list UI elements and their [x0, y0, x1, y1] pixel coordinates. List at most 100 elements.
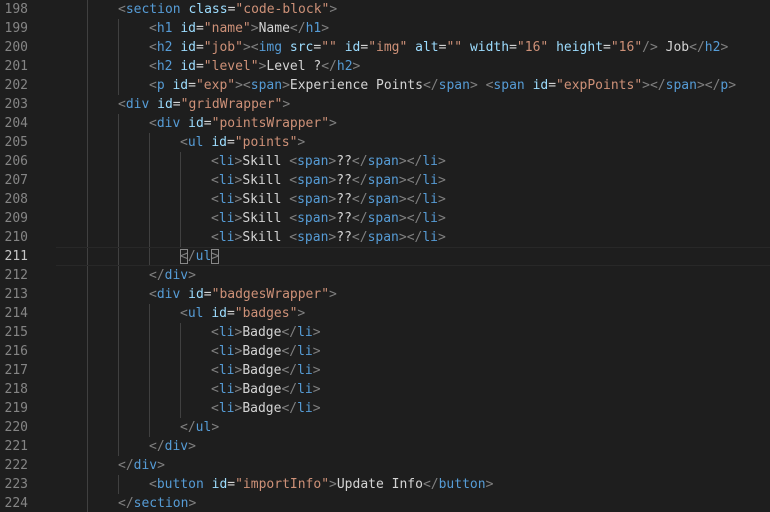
indent-guide	[118, 361, 119, 380]
code-line[interactable]: 206 <li>Skill <span>??</span></li>	[0, 152, 770, 171]
punctuation: <	[211, 211, 219, 226]
tag-name: li	[218, 363, 235, 378]
tag-name: h2	[156, 59, 173, 74]
text-content: Skill	[242, 192, 290, 207]
attribute-value: "16"	[610, 40, 643, 55]
indent-guide	[87, 95, 88, 114]
code-content: <li>Skill <span>??</span></li>	[211, 152, 446, 171]
code-line[interactable]: 209 <li>Skill <span>??</span></li>	[0, 209, 770, 228]
punctuation: </	[351, 173, 368, 188]
code-line[interactable]: 203 <div id="gridWrapper">	[0, 95, 770, 114]
tag-name: li	[218, 344, 235, 359]
code-line[interactable]: 222 </div>	[0, 456, 770, 475]
punctuation: >	[297, 135, 306, 150]
code-line[interactable]: 213 <div id="badgesWrapper">	[0, 285, 770, 304]
indent-guide	[149, 209, 150, 228]
equals-sign: =	[188, 78, 196, 93]
code-content: </div>	[149, 437, 196, 456]
punctuation: >	[352, 59, 361, 74]
indent-guide	[118, 437, 119, 456]
code-line[interactable]: 208 <li>Skill <span>??</span></li>	[0, 190, 770, 209]
line-number: 205	[4, 135, 28, 150]
line-number: 224	[4, 496, 28, 511]
punctuation: >	[188, 439, 196, 454]
code-line[interactable]: 217 <li>Badge</li>	[0, 361, 770, 380]
punctuation: </	[422, 477, 439, 492]
text-content: ??	[336, 230, 352, 245]
tag-name: li	[218, 192, 235, 207]
text-content: Experience Points	[289, 78, 423, 93]
text-content	[525, 78, 533, 93]
line-number: 222	[4, 458, 28, 473]
indent-guide	[118, 114, 119, 133]
tag-name: span	[297, 230, 329, 245]
line-number: 217	[4, 363, 28, 378]
code-content: </section>	[118, 494, 196, 512]
indent-guide	[87, 475, 88, 494]
code-line[interactable]: 205 <ul id="points">	[0, 133, 770, 152]
tag-name: div	[156, 116, 181, 131]
punctuation: ></	[696, 78, 721, 93]
punctuation: <	[211, 154, 219, 169]
tag-name: ul	[187, 135, 204, 150]
punctuation: ></	[398, 230, 423, 245]
code-line[interactable]: 218 <li>Badge</li>	[0, 380, 770, 399]
line-number: 215	[4, 325, 28, 340]
punctuation: <	[149, 477, 157, 492]
code-line[interactable]: 199 <h1 id="name">Name</h1>	[0, 19, 770, 38]
equals-sign: =	[360, 40, 369, 55]
code-content: <li>Badge</li>	[211, 323, 321, 342]
punctuation: >	[438, 173, 446, 188]
code-line[interactable]: 215 <li>Badge</li>	[0, 323, 770, 342]
code-content: <button id="importInfo">Update Info</but…	[149, 475, 493, 494]
code-line[interactable]: 200 <h2 id="job"><img src="" id="img" alt…	[0, 38, 770, 57]
code-line[interactable]: 201 <h2 id="level">Level ?</h2>	[0, 57, 770, 76]
indent-guide	[180, 323, 181, 342]
indent-guide	[87, 456, 88, 475]
indent-guide	[149, 380, 150, 399]
line-number: 201	[4, 59, 28, 74]
line-number: 218	[4, 382, 28, 397]
indent-guide	[87, 57, 88, 76]
code-line[interactable]: 210 <li>Skill <span>??</span></li>	[0, 228, 770, 247]
code-line[interactable]: 219 <li>Badge</li>	[0, 399, 770, 418]
punctuation: <	[149, 78, 157, 93]
punctuation: </	[281, 401, 298, 416]
code-line[interactable]: 223 <button id="importInfo">Update Info</…	[0, 475, 770, 494]
code-line[interactable]: 224 </section>	[0, 494, 770, 512]
indent-guide	[149, 399, 150, 418]
indent-guide	[118, 418, 119, 437]
code-line[interactable]: 204 <div id="pointsWrapper">	[0, 114, 770, 133]
code-line[interactable]: 207 <li>Skill <span>??</span></li>	[0, 171, 770, 190]
code-content: <h1 id="name">Name</h1>	[149, 19, 329, 38]
line-number: 223	[4, 477, 28, 492]
code-line[interactable]: 216 <li>Badge</li>	[0, 342, 770, 361]
tag-name: h2	[336, 59, 353, 74]
tag-name: li	[297, 325, 313, 340]
punctuation: </	[281, 382, 298, 397]
punctuation: <	[149, 21, 157, 36]
punctuation: >	[188, 268, 196, 283]
code-line[interactable]: 221 </div>	[0, 437, 770, 456]
punctuation: <	[211, 173, 219, 188]
punctuation: <	[289, 154, 298, 169]
indent-guide	[87, 323, 88, 342]
text-content: Skill	[242, 173, 290, 188]
code-line[interactable]: 202 <p id="exp"><span>Experience Points</…	[0, 76, 770, 95]
punctuation: <	[180, 306, 188, 321]
code-content: <div id="gridWrapper">	[118, 95, 290, 114]
tag-name: h2	[704, 40, 721, 55]
punctuation: <	[180, 135, 188, 150]
current-code-line[interactable]: 211 </ul>	[0, 247, 770, 266]
tag-name: h2	[156, 40, 173, 55]
code-line[interactable]: 212 </div>	[0, 266, 770, 285]
indent-guide	[87, 152, 88, 171]
code-line[interactable]: 214 <ul id="badges">	[0, 304, 770, 323]
matched-bracket: >	[211, 249, 220, 264]
code-content: <div id="pointsWrapper">	[149, 114, 337, 133]
code-editor[interactable]: 198 <section class="code-block"> 199 <h1 id…	[0, 0, 770, 512]
tag-name: span	[367, 211, 399, 226]
tag-name: button	[438, 477, 486, 492]
code-line[interactable]: 198 <section class="code-block">	[0, 0, 770, 19]
code-line[interactable]: 220 </ul>	[0, 418, 770, 437]
